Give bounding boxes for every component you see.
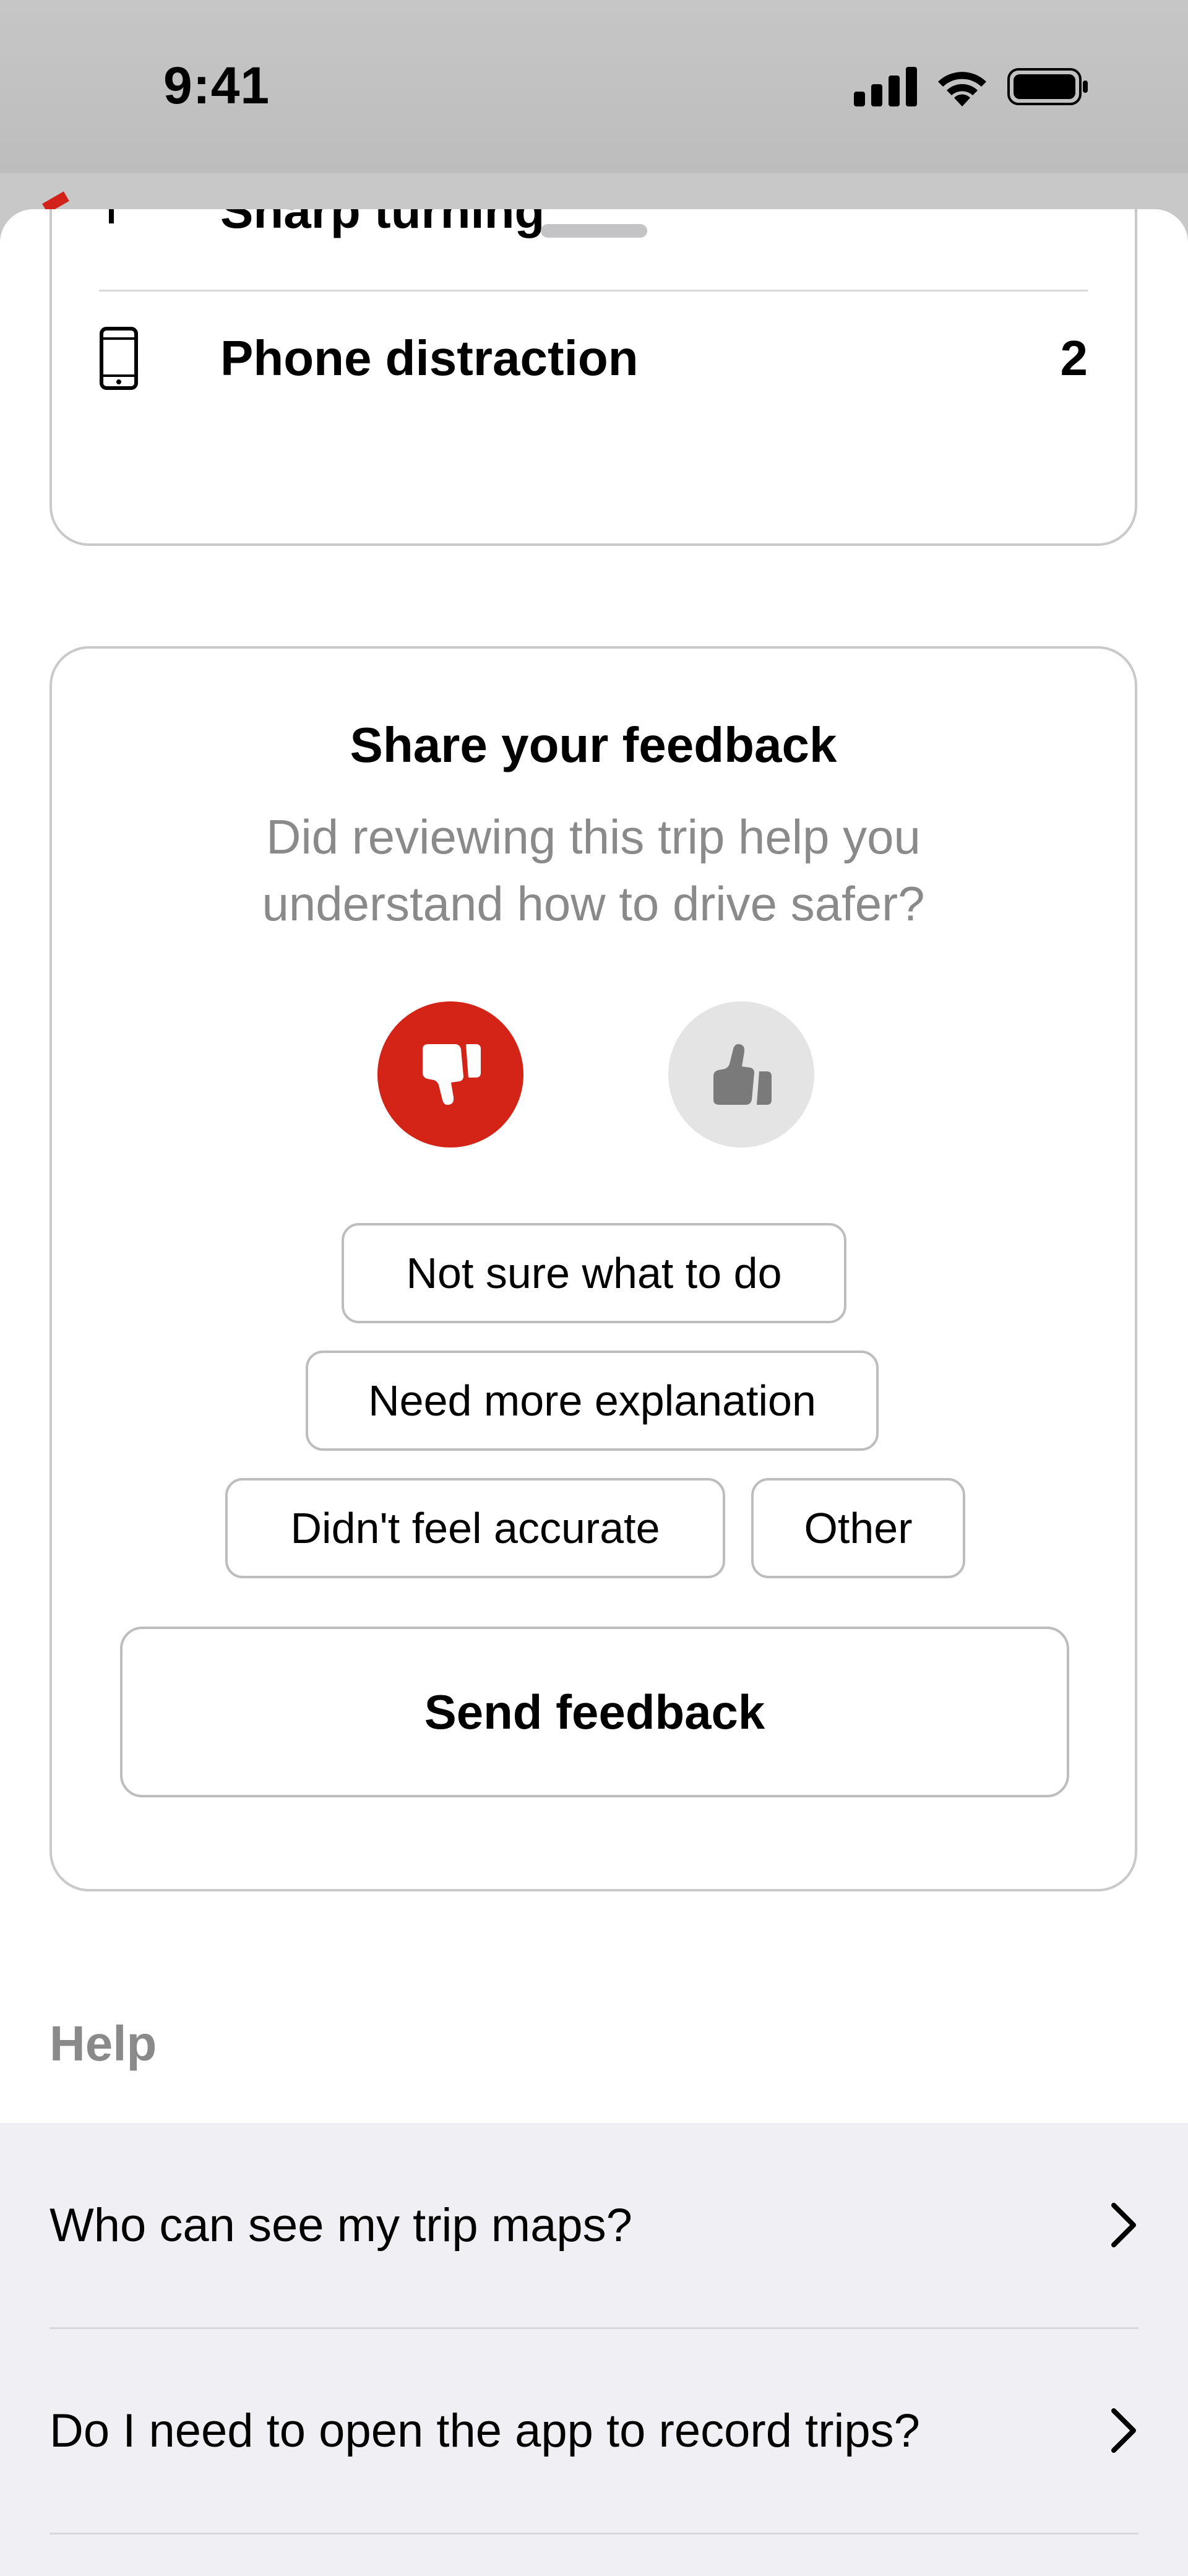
- trip-events-card: Sharp turning Phone distraction 2: [50, 209, 1137, 546]
- chevron-right-icon: [1111, 2203, 1136, 2247]
- help-item-label: Do I need to open the app to record trip…: [50, 2404, 920, 2457]
- thumbs-up-button[interactable]: [668, 1001, 814, 1148]
- wifi-icon: [938, 72, 986, 106]
- status-icons: [854, 67, 1089, 106]
- thumbs-up-icon: [713, 1044, 772, 1105]
- status-time: 9:41: [163, 56, 270, 115]
- help-divider: [50, 2533, 1138, 2535]
- reason-chip-not-accurate[interactable]: Didn't feel accurate: [225, 1478, 725, 1578]
- status-bar: 9:41: [0, 0, 1188, 173]
- turn-icon: [99, 209, 173, 223]
- trip-details-sheet: Sharp turning Phone distraction 2 Share …: [0, 209, 1188, 2576]
- help-section-title: Help: [50, 2016, 157, 2071]
- help-item-trip-maps[interactable]: Who can see my trip maps?: [50, 2123, 1138, 2327]
- battery-icon: [1007, 68, 1088, 105]
- sheet-grabber[interactable]: [541, 224, 647, 238]
- event-label: Phone distraction: [220, 331, 639, 386]
- event-row-phone-distraction: Phone distraction 2: [99, 292, 1088, 425]
- help-list: Who can see my trip maps? Do I need to o…: [0, 2123, 1188, 2576]
- help-item-label: Who can see my trip maps?: [50, 2198, 632, 2252]
- send-feedback-button[interactable]: Send feedback: [120, 1627, 1069, 1797]
- event-divider: [99, 290, 1088, 292]
- phone-icon: [99, 326, 173, 391]
- help-item-record-trips[interactable]: Do I need to open the app to record trip…: [50, 2328, 1138, 2533]
- thumbs-down-icon: [423, 1044, 481, 1105]
- chevron-right-icon: [1111, 2408, 1136, 2453]
- reason-chip-need-explanation[interactable]: Need more explanation: [306, 1351, 879, 1451]
- reason-chip-not-sure[interactable]: Not sure what to do: [342, 1223, 846, 1323]
- feedback-card: Share your feedback Did reviewing this t…: [50, 646, 1137, 1891]
- event-label: Sharp turning: [220, 209, 545, 238]
- reason-chip-other[interactable]: Other: [751, 1478, 965, 1578]
- event-count: 2: [1060, 331, 1088, 386]
- feedback-subtitle: Did reviewing this trip help you underst…: [262, 810, 925, 931]
- feedback-title: Share your feedback: [350, 717, 837, 772]
- cellular-signal-icon: [854, 67, 917, 106]
- thumbs-down-button[interactable]: [377, 1001, 523, 1148]
- event-row-sharp-turning: Sharp turning: [99, 209, 1088, 282]
